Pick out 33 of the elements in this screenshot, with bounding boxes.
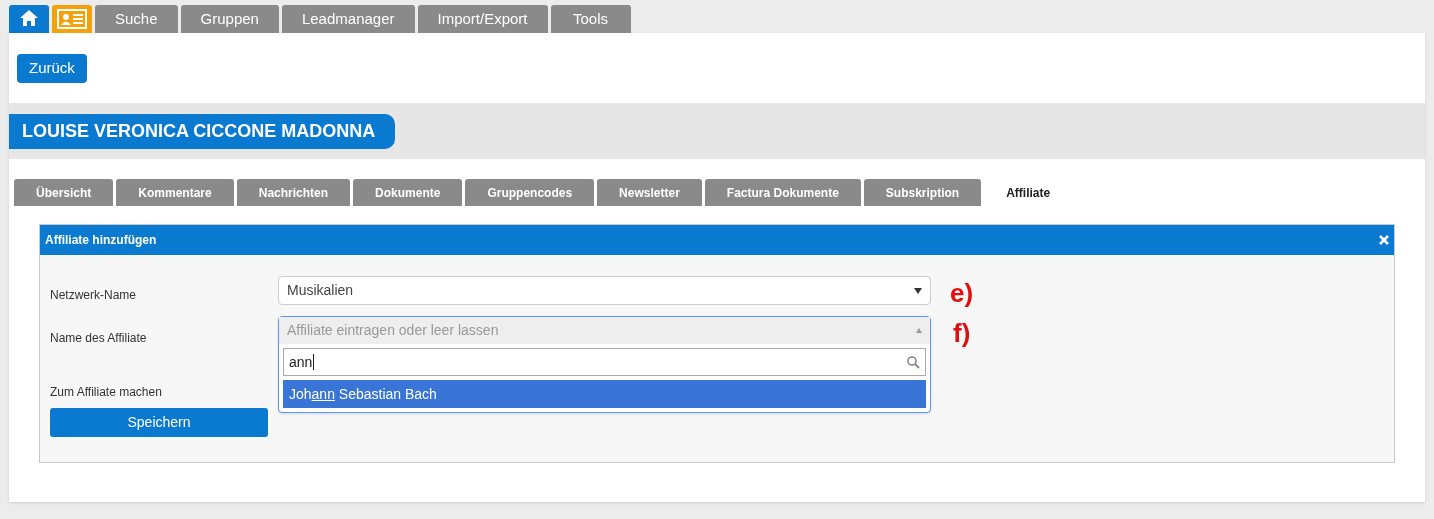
save-button[interactable]: Speichern xyxy=(50,408,268,437)
search-field[interactable]: ann xyxy=(283,348,926,376)
nav-tab[interactable]: Leadmanager xyxy=(281,5,415,33)
nav-tab[interactable]: Suche xyxy=(95,5,178,33)
dropdown-arrow-icon xyxy=(916,328,922,333)
detail-tab[interactable]: Factura Dokumente xyxy=(704,179,861,206)
field-label: Zum Affiliate machen xyxy=(50,384,163,401)
field-label: Netzwerk-Name xyxy=(50,287,137,304)
detail-tab[interactable]: Kommentare xyxy=(116,179,234,206)
field-label: Name des Affiliate xyxy=(50,330,148,347)
nav-tab[interactable]: Tools xyxy=(550,5,631,33)
detail-tab[interactable]: Gruppencodes xyxy=(465,179,595,206)
detail-tab[interactable]: Dokumente xyxy=(353,179,463,206)
network-select[interactable]: Musikalien xyxy=(278,276,931,305)
nav-tab[interactable]: Import/Export xyxy=(417,5,548,33)
detail-tab[interactable]: Newsletter xyxy=(597,179,702,206)
home-icon xyxy=(19,9,39,27)
detail-tab[interactable]: Nachrichten xyxy=(236,179,351,206)
detail-tab[interactable]: Subskription xyxy=(863,179,982,206)
dropdown-arrow-icon xyxy=(914,287,922,294)
search-icon xyxy=(907,355,920,369)
nav-tab[interactable]: Gruppen xyxy=(180,5,279,33)
back-button[interactable]: Zurück xyxy=(17,53,87,83)
affiliate-select[interactable]: Affiliate eintragen oder leer lassen xyxy=(279,317,930,344)
close-icon[interactable] xyxy=(1379,235,1389,245)
panel-title: Affiliate hinzufügen xyxy=(45,232,157,249)
annotation-label: f) xyxy=(953,318,972,348)
home-tab[interactable] xyxy=(9,5,49,33)
detail-tab[interactable]: Übersicht xyxy=(14,179,114,206)
contact-card-icon xyxy=(57,9,87,29)
contact-name-banner: LOUISE VERONICA CICCONE MADONNA xyxy=(9,113,396,149)
result-option[interactable]: Johann Sebastian Bach xyxy=(283,380,926,408)
annotation-label: e) xyxy=(950,278,974,308)
